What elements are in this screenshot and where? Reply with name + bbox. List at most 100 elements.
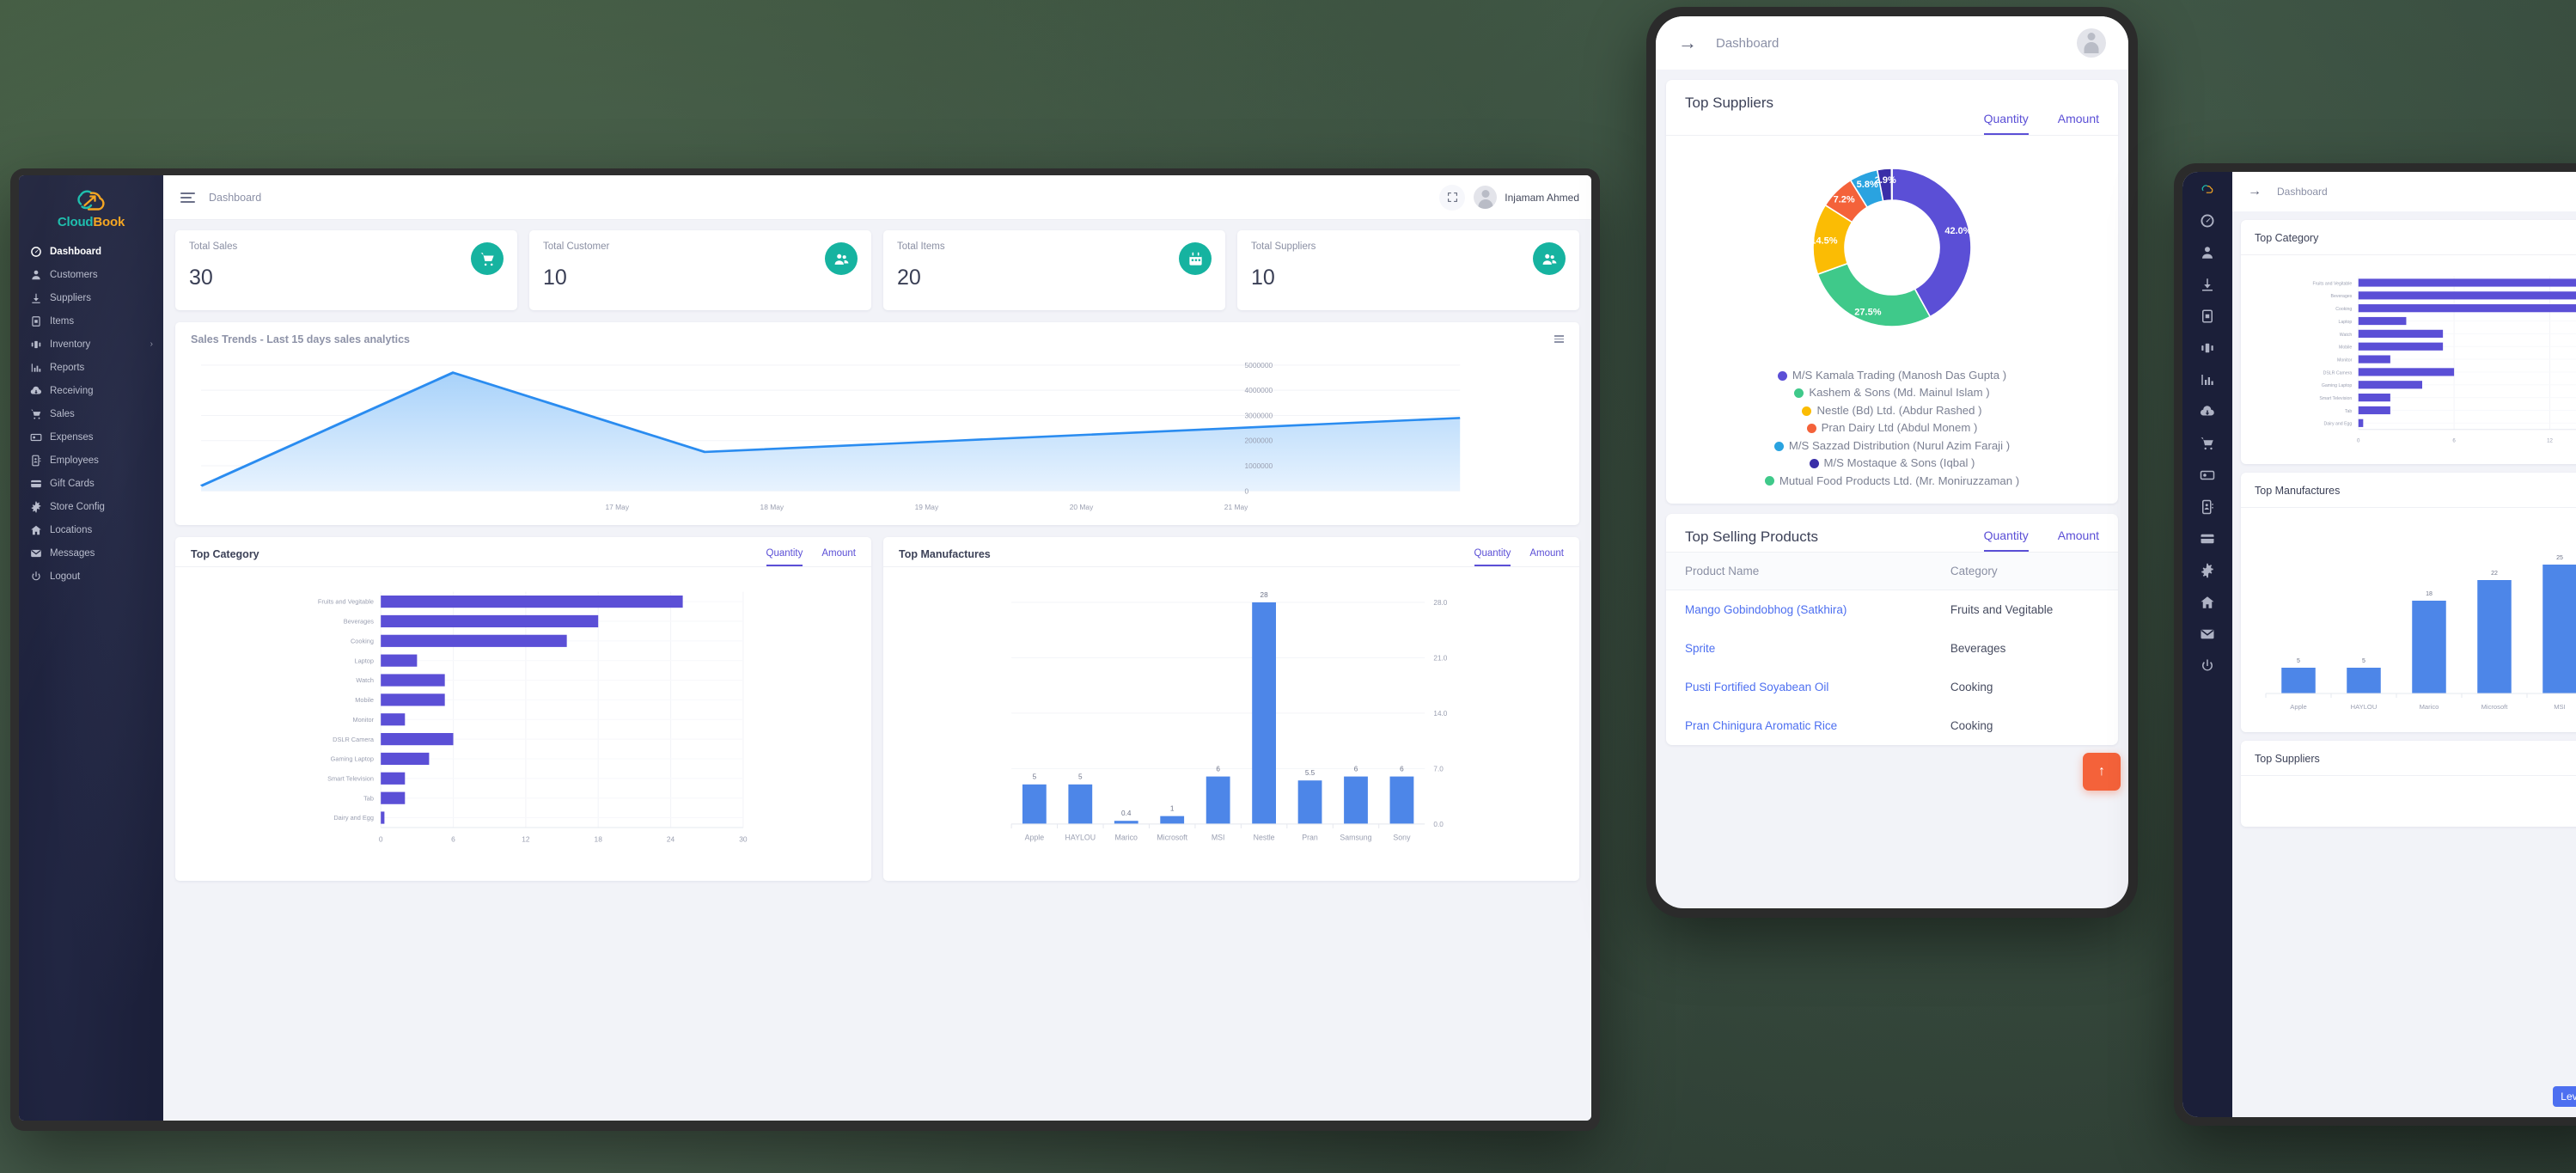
phone-supplier-tabs: Quantity Amount	[1983, 112, 2099, 135]
tab-quantity[interactable]: Quantity	[1983, 528, 2029, 553]
fullscreen-icon[interactable]	[1439, 184, 1466, 211]
gear-icon	[29, 500, 42, 513]
sidebar-item-expenses[interactable]: Expenses	[19, 425, 163, 449]
tab-amount[interactable]: Amount	[2058, 112, 2099, 135]
bar	[2358, 329, 2444, 338]
item-box-icon[interactable]	[2199, 308, 2216, 325]
product-name-link[interactable]: Mango Gobindobhog (Satkhira)	[1666, 590, 1932, 630]
category-label: Mobile	[355, 696, 374, 704]
bar	[1206, 776, 1230, 824]
top-category-title: Top Category	[2255, 232, 2319, 244]
y-axis-tick: 14.0	[1433, 710, 1447, 718]
table-body: Mango Gobindobhog (Satkhira) Fruits and V…	[1666, 590, 2118, 746]
sidebar-item-suppliers[interactable]: Suppliers	[19, 286, 163, 309]
bar	[1389, 776, 1414, 824]
sidebar-item-logout[interactable]: Logout	[19, 565, 163, 588]
sidebar-item-dashboard[interactable]: Dashboard	[19, 240, 163, 263]
stat-card-total-customer: Total Customer 10	[529, 230, 871, 310]
x-axis-tick: Apple	[1025, 833, 1045, 841]
arrow-right-icon[interactable]: →	[1678, 34, 1697, 52]
category-label: Cooking	[2335, 307, 2352, 312]
tab-quantity[interactable]: Quantity	[1983, 112, 2029, 135]
gear-icon[interactable]	[2199, 562, 2216, 579]
bar-value-label: 5	[2297, 658, 2300, 664]
tab-amount[interactable]: Amount	[1529, 548, 1564, 566]
legend-color-dot	[1794, 388, 1804, 399]
category-label: DSLR Camera	[2323, 370, 2353, 376]
sidebar-item-locations[interactable]: Locations	[19, 518, 163, 541]
bar	[381, 752, 430, 766]
x-axis-tick: HAYLOU	[1065, 833, 1096, 841]
user-menu[interactable]: Injamam Ahmed	[1474, 186, 1579, 209]
category-label: Cooking	[351, 637, 374, 645]
sidebar-item-messages[interactable]: Messages	[19, 541, 163, 565]
bar-chart-icon[interactable]	[2199, 371, 2216, 388]
power-icon[interactable]	[2199, 657, 2216, 675]
money-icon[interactable]	[2199, 467, 2216, 484]
chart-menu-icon[interactable]	[1554, 333, 1564, 343]
legend-item: M/S Kamala Trading (Manosh Das Gupta )	[1675, 367, 2109, 384]
sidebar-item-store-config[interactable]: Store Config	[19, 495, 163, 518]
x-axis-tick: Marico	[1115, 833, 1138, 841]
sidebar-item-reports[interactable]: Reports	[19, 356, 163, 379]
tab-quantity[interactable]: Quantity	[766, 548, 803, 566]
legend-label: Pran Dairy Ltd (Abdul Monem )	[1821, 421, 1978, 435]
user-name: Injamam Ahmed	[1505, 191, 1579, 204]
bar-value-label: 5	[1078, 773, 1083, 781]
product-name-link[interactable]: Pran Chinigura Aromatic Rice	[1666, 706, 1932, 745]
cloudbook-logo-icon[interactable]	[2199, 180, 2216, 198]
phone-top-selling-card: Top Selling Products Quantity Amount Pro…	[1666, 514, 2118, 746]
top-suppliers-donut-chart: 42.0%27.5%14.5%7.2%5.8%2.9%	[1810, 168, 1972, 327]
phone-mockup: → Dashboard Top Suppliers Quantity Amoun…	[1646, 7, 2138, 918]
people-icon	[825, 242, 858, 275]
download-icon[interactable]	[2199, 276, 2216, 293]
sidebar-item-employees[interactable]: Employees	[19, 449, 163, 472]
bar	[2347, 668, 2381, 693]
sidebar-item-label: Customers	[50, 269, 98, 280]
sidebar-item-sales[interactable]: Sales	[19, 402, 163, 425]
sidebar-item-gift-cards[interactable]: Gift Cards	[19, 472, 163, 495]
sidebar-item-customers[interactable]: Customers	[19, 263, 163, 286]
person-icon[interactable]	[2199, 244, 2216, 261]
tab-quantity[interactable]: Quantity	[1474, 548, 1511, 566]
sales-trends-title: Sales Trends - Last 15 days sales analyt…	[191, 333, 411, 345]
arrow-up-icon[interactable]: ↑	[2083, 753, 2121, 791]
id-badge-icon[interactable]	[2199, 498, 2216, 516]
cart-icon[interactable]	[2199, 435, 2216, 452]
inventory-icon[interactable]	[2199, 339, 2216, 357]
sidebar: CloudBook Dashboard Customers Suppliers Ite…	[19, 175, 163, 1121]
speedometer-icon[interactable]	[2199, 212, 2216, 229]
avatar[interactable]	[2077, 28, 2106, 58]
credit-card-icon[interactable]	[2199, 530, 2216, 547]
hamburger-icon[interactable]	[180, 192, 195, 203]
sidebar-item-receiving[interactable]: Receiving	[19, 379, 163, 402]
x-axis-tick: HAYLOU	[2351, 703, 2378, 711]
x-axis-tick: 19 May	[915, 503, 939, 511]
x-axis-tick: Marico	[2420, 703, 2439, 711]
item-box-icon	[29, 315, 42, 327]
sidebar-item-inventory[interactable]: Inventory ›	[19, 333, 163, 356]
sidebar-item-items[interactable]: Items	[19, 309, 163, 333]
bar	[1114, 821, 1138, 824]
x-axis-tick: 6	[451, 834, 455, 843]
top-category-title: Top Category	[191, 548, 259, 560]
product-name-link[interactable]: Pusti Fortified Soyabean Oil	[1666, 668, 1932, 706]
top-category-header: Top Category Quantity Amount	[175, 537, 871, 566]
sales-trends-card: Sales Trends - Last 15 days sales analyt…	[175, 322, 1579, 525]
avatar	[1474, 186, 1498, 209]
cloud-download-icon[interactable]	[2199, 403, 2216, 420]
product-name-link[interactable]: Sprite	[1666, 629, 1932, 668]
category-label: DSLR Camera	[333, 736, 375, 743]
category-label: Beverages	[2331, 294, 2353, 299]
arrow-right-icon[interactable]: →	[2248, 185, 2262, 199]
envelope-icon[interactable]	[2199, 626, 2216, 643]
home-icon[interactable]	[2199, 594, 2216, 611]
tablet-page-title: Dashboard	[2277, 186, 2328, 198]
y-axis-tick: 0.0	[1433, 821, 1444, 828]
tab-amount[interactable]: Amount	[821, 548, 856, 566]
category-label: Dairy and Egg	[333, 814, 374, 822]
tab-amount[interactable]: Amount	[2058, 528, 2099, 552]
bar	[381, 654, 418, 667]
sidebar-item-label: Sales	[50, 408, 75, 419]
x-axis-tick: 24	[667, 834, 675, 843]
